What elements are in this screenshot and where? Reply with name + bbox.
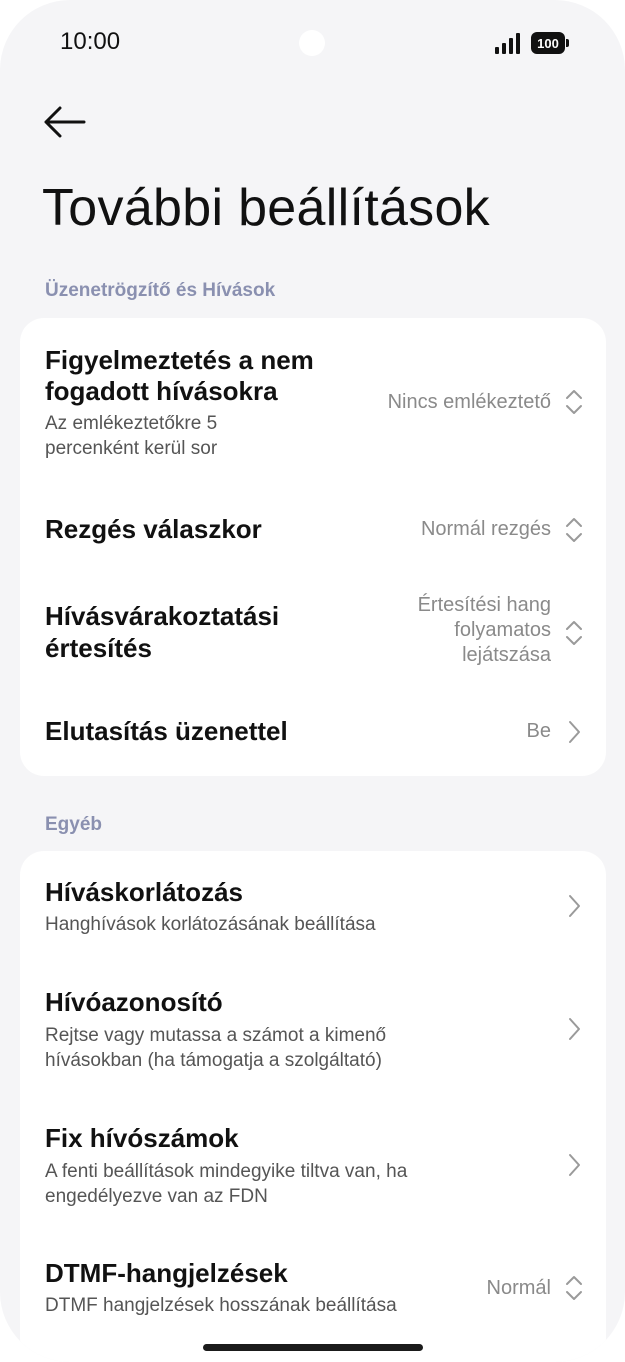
camera-cutout bbox=[299, 30, 325, 56]
up-down-chevron-icon bbox=[566, 390, 582, 414]
row-vibrate-on-answer[interactable]: Rezgés válaszkor Normál rezgés bbox=[20, 478, 606, 586]
row-fixed-dialing-numbers[interactable]: Fix hívószámok A fenti beállítások minde… bbox=[20, 1097, 606, 1233]
row-subtitle-l2: hívásokban (ha támogatja a szolgáltató) bbox=[45, 1050, 382, 1071]
chevron-right-icon bbox=[569, 1154, 580, 1176]
row-subtitle-l1: A fenti beállítások mindegyike tiltva va… bbox=[45, 1161, 408, 1182]
row-title: Rezgés válaszkor bbox=[45, 514, 262, 544]
status-bar: 10:00 100 bbox=[0, 0, 625, 90]
row-value-l1: Értesítési hang bbox=[417, 594, 551, 616]
row-reject-with-message[interactable]: Elutasítás üzenettel Be bbox=[20, 690, 606, 776]
card-other: Híváskorlátozás Hanghívások korlátozásán… bbox=[20, 851, 606, 1362]
row-subtitle: DTMF hangjelzések hosszának beállítása bbox=[45, 1295, 397, 1316]
row-subtitle-l2: engedélyezve van az FDN bbox=[45, 1186, 268, 1207]
row-call-barring[interactable]: Híváskorlátozás Hanghívások korlátozásán… bbox=[20, 851, 606, 963]
battery-icon: 100 bbox=[531, 32, 569, 54]
row-missed-call-reminder[interactable]: Figyelmeztetés a nem fogadott hívásokra … bbox=[20, 318, 606, 478]
row-value: Nincs emlékeztető bbox=[387, 391, 551, 413]
row-subtitle-l2: percenként kerül sor bbox=[45, 438, 218, 459]
row-title: Elutasítás üzenettel bbox=[45, 716, 288, 746]
back-arrow-icon[interactable] bbox=[40, 100, 88, 144]
home-indicator[interactable] bbox=[203, 1344, 423, 1351]
chevron-right-icon bbox=[569, 721, 580, 743]
row-title-l1: Hívásvárakoztatási bbox=[45, 601, 280, 631]
row-title: Fix hívószámok bbox=[45, 1123, 239, 1153]
row-subtitle: Hanghívások korlátozásának beállítása bbox=[45, 914, 376, 935]
row-title-l2: értesítés bbox=[45, 633, 152, 663]
row-dtmf-tones[interactable]: DTMF-hangjelzések DTMF hangjelzések hoss… bbox=[20, 1233, 606, 1333]
row-subtitle-l1: Rejtse vagy mutassa a számot a kimenő bbox=[45, 1025, 387, 1046]
row-title-l1: Figyelmeztetés a nem bbox=[45, 345, 314, 375]
up-down-chevron-icon bbox=[566, 518, 582, 542]
chevron-right-icon bbox=[569, 895, 580, 917]
row-value: Be bbox=[526, 720, 551, 742]
row-caller-id[interactable]: Hívóazonosító Rejtse vagy mutassa a szám… bbox=[20, 963, 606, 1097]
section-header-other: Egyéb bbox=[45, 814, 103, 835]
row-title: Híváskorlátozás bbox=[45, 877, 243, 907]
row-title-l2: fogadott hívásokra bbox=[45, 376, 278, 406]
up-down-chevron-icon bbox=[566, 621, 582, 645]
page-title: További beállítások bbox=[42, 179, 490, 237]
up-down-chevron-icon bbox=[566, 1276, 582, 1300]
row-value-l3: lejátszása bbox=[462, 644, 551, 666]
row-title: Hívóazonosító bbox=[45, 987, 223, 1017]
row-subtitle-l1: Az emlékeztetőkre 5 bbox=[45, 413, 218, 434]
row-value: Normál bbox=[486, 1277, 551, 1299]
section-header-voicemail-calls: Üzenetrögzítő és Hívások bbox=[45, 280, 276, 301]
row-title: DTMF-hangjelzések bbox=[45, 1258, 288, 1288]
status-time: 10:00 bbox=[60, 28, 121, 55]
row-call-waiting-notification[interactable]: Hívásvárakoztatási értesítés Értesítési … bbox=[20, 586, 606, 690]
phone-screen: 10:00 100 További beállítások Üzenetrögz… bbox=[0, 0, 625, 1362]
card-voicemail-calls: Figyelmeztetés a nem fogadott hívásokra … bbox=[20, 318, 606, 776]
chevron-right-icon bbox=[569, 1018, 580, 1040]
row-value: Normál rezgés bbox=[420, 518, 551, 540]
signal-icon bbox=[495, 33, 520, 54]
row-value-l2: folyamatos bbox=[454, 619, 551, 641]
